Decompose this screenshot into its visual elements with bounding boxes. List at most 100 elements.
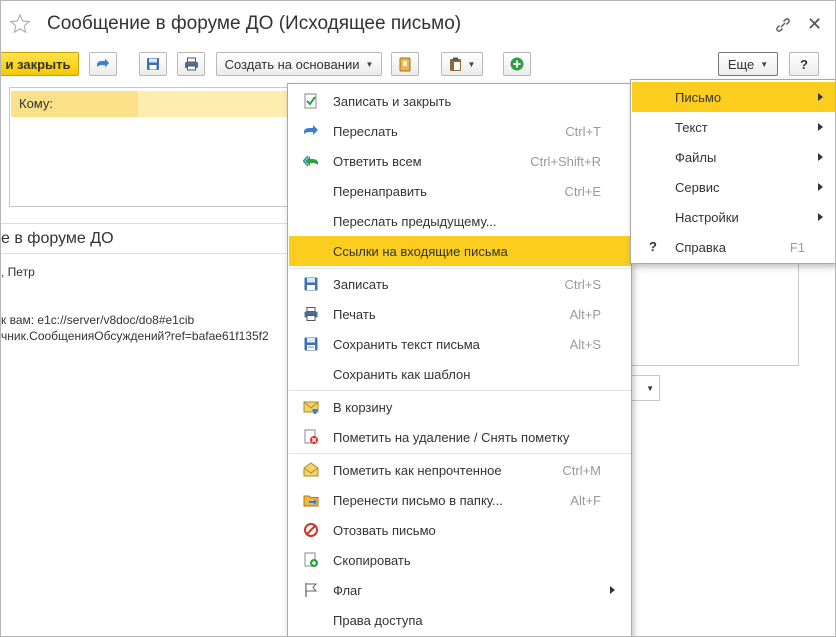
help-button[interactable]: ? xyxy=(789,52,819,76)
menu-item-label: Скопировать xyxy=(333,553,411,568)
create-based-on-label: Создать на основании xyxy=(224,56,360,72)
shortcut: Ctrl+T xyxy=(565,124,601,139)
paste-dropdown-button[interactable]: ▼ xyxy=(441,52,483,76)
more-submenu: Письмо Текст Файлы Сервис Настройки ? Сп… xyxy=(630,79,835,264)
address-book-button[interactable] xyxy=(391,52,419,76)
subject-field[interactable]: е в форуме ДО xyxy=(1,230,288,252)
more-actions-menu: Записать и закрыть Переслать Ctrl+T Отве… xyxy=(287,83,632,636)
help-icon: ? xyxy=(649,239,657,254)
divider xyxy=(1,223,288,224)
menu-item-label: Сохранить как шаблон xyxy=(333,367,471,382)
menu-item-label: Переслать xyxy=(333,124,398,139)
recipients-row[interactable]: Кому: xyxy=(11,91,288,117)
menu-item-label: Ссылки на входящие письма xyxy=(333,244,508,259)
window-title: Сообщение в форуме ДО (Исходящее письмо) xyxy=(47,13,462,34)
plus-circle-icon xyxy=(510,57,524,71)
submenu-item-label: Текст xyxy=(675,120,708,135)
to-label: Кому: xyxy=(11,91,138,117)
menu-item-copy[interactable]: Скопировать xyxy=(289,545,631,575)
help-label: ? xyxy=(800,56,808,72)
menu-item-mark-delete[interactable]: Пометить на удаление / Снять пометку xyxy=(289,422,631,452)
menu-item-mark-unread[interactable]: Пометить как непрочтенное Ctrl+M xyxy=(289,455,631,485)
copy-add-icon xyxy=(304,552,318,567)
more-dropdown-button[interactable]: Еще ▼ xyxy=(718,52,778,76)
chevron-down-icon: ▼ xyxy=(760,59,769,69)
no-entry-icon xyxy=(304,523,318,537)
shortcut: Ctrl+M xyxy=(562,463,601,478)
submenu-arrow-icon xyxy=(818,93,823,101)
menu-separator xyxy=(289,453,631,454)
menu-item-label: Перенаправить xyxy=(333,184,427,199)
submenu-item-letter[interactable]: Письмо xyxy=(632,82,835,112)
submenu-item-text[interactable]: Текст xyxy=(632,112,835,142)
submenu-item-service[interactable]: Сервис xyxy=(632,172,835,202)
recipients-field[interactable]: Кому: xyxy=(9,87,288,207)
shortcut: Ctrl+Shift+R xyxy=(530,154,601,169)
menu-item-move-folder[interactable]: Перенести письмо в папку... Alt+F xyxy=(289,485,631,515)
submenu-arrow-icon xyxy=(818,213,823,221)
menu-item-trash[interactable]: В корзину xyxy=(289,392,631,422)
printer-icon xyxy=(304,307,318,321)
menu-item-label: Пометить как непрочтенное xyxy=(333,463,502,478)
save-and-close-label: и закрыть xyxy=(5,56,71,72)
close-icon[interactable]: ✕ xyxy=(807,15,822,33)
title-bar: Сообщение в форуме ДО (Исходящее письмо)… xyxy=(1,1,835,45)
forward-button[interactable] xyxy=(89,52,117,76)
save-and-close-button[interactable]: и закрыть xyxy=(1,52,79,76)
menu-item-incoming-links[interactable]: Ссылки на входящие письма xyxy=(289,236,631,266)
floppy-icon xyxy=(147,58,159,70)
link-icon[interactable] xyxy=(775,17,791,33)
submenu-item-label: Письмо xyxy=(675,90,722,105)
submenu-item-label: Справка xyxy=(675,240,726,255)
save-button[interactable] xyxy=(139,52,167,76)
menu-item-save-template[interactable]: Сохранить как шаблон xyxy=(289,359,631,389)
menu-item-label: Переслать предыдущему... xyxy=(333,214,497,229)
shortcut: Alt+P xyxy=(569,307,601,322)
submenu-item-files[interactable]: Файлы xyxy=(632,142,835,172)
menu-item-recall[interactable]: Отозвать письмо xyxy=(289,515,631,545)
create-based-on-dropdown[interactable]: Создать на основании ▼ xyxy=(216,52,382,76)
menu-item-access-rights[interactable]: Права доступа xyxy=(289,605,631,635)
chevron-down-icon: ▼ xyxy=(365,59,374,69)
save-text-icon xyxy=(304,337,318,351)
menu-item-flag[interactable]: Флаг xyxy=(289,575,631,605)
submenu-item-help[interactable]: ? Справка F1 xyxy=(632,232,835,262)
print-button[interactable] xyxy=(177,52,205,76)
menu-item-save[interactable]: Записать Ctrl+S xyxy=(289,269,631,299)
side-panel-field[interactable] xyxy=(631,263,799,366)
menu-item-forward[interactable]: Переслать Ctrl+T xyxy=(289,116,631,146)
trash-envelope-icon xyxy=(303,401,319,414)
menu-item-save-close[interactable]: Записать и закрыть xyxy=(289,86,631,116)
add-button[interactable] xyxy=(503,52,531,76)
menu-item-reply-all[interactable]: Ответить всем Ctrl+Shift+R xyxy=(289,146,631,176)
envelope-icon xyxy=(303,462,319,477)
menu-item-label: Печать xyxy=(333,307,376,322)
forward-arrow-icon xyxy=(304,125,318,135)
submenu-arrow-icon xyxy=(818,183,823,191)
submenu-item-label: Файлы xyxy=(675,150,717,165)
address-book-icon xyxy=(399,57,411,71)
divider xyxy=(1,253,288,254)
menu-item-label: Права доступа xyxy=(333,613,423,628)
menu-item-print[interactable]: Печать Alt+P xyxy=(289,299,631,329)
menu-item-label: Флаг xyxy=(333,583,363,598)
chevron-down-icon: ▼ xyxy=(646,383,654,393)
menu-item-redirect[interactable]: Перенаправить Ctrl+E xyxy=(289,176,631,206)
menu-item-save-text[interactable]: Сохранить текст письма Alt+S xyxy=(289,329,631,359)
menu-item-label: Пометить на удаление / Снять пометку xyxy=(333,430,570,445)
menu-item-label: Отозвать письмо xyxy=(333,523,436,538)
favorite-star-icon[interactable] xyxy=(9,13,31,35)
side-dropdown[interactable]: ▼ xyxy=(631,375,660,401)
document-window: Сообщение в форуме ДО (Исходящее письмо)… xyxy=(0,0,836,637)
reply-all-icon xyxy=(303,155,318,167)
submenu-arrow-icon xyxy=(818,153,823,161)
forward-arrow-icon xyxy=(97,58,109,68)
shortcut: Ctrl+E xyxy=(564,184,601,199)
shortcut: F1 xyxy=(789,240,805,255)
menu-item-forward-previous[interactable]: Переслать предыдущему... xyxy=(289,206,631,236)
printer-icon xyxy=(184,57,198,71)
body-line-1: , Петр xyxy=(1,265,35,279)
submenu-item-settings[interactable]: Настройки xyxy=(632,202,835,232)
folder-move-icon xyxy=(303,495,319,507)
menu-item-label: Записать xyxy=(333,277,389,292)
